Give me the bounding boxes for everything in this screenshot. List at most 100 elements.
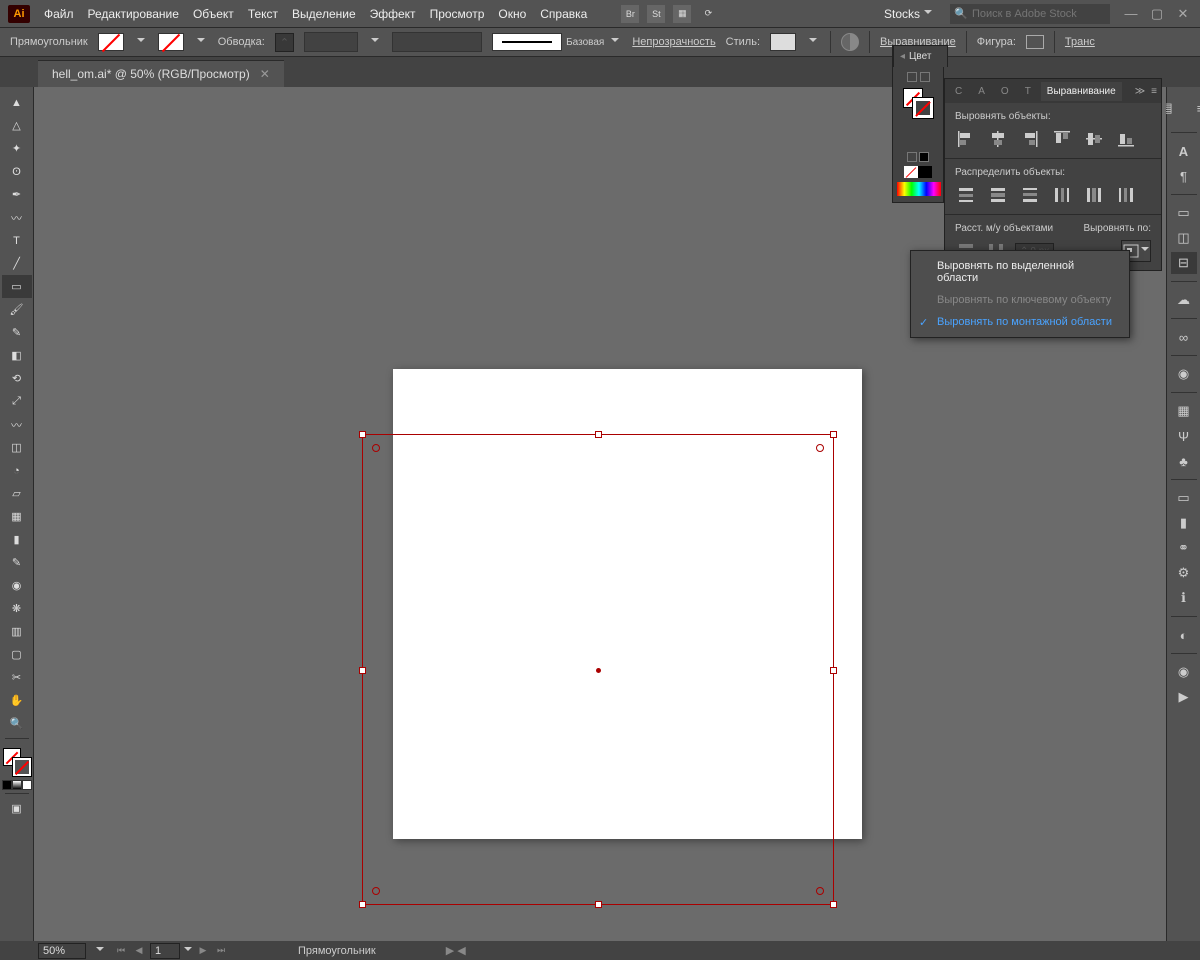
menu-window[interactable]: Окно — [498, 7, 526, 21]
flyout-align-artboard[interactable]: Выровнять по монтажной области — [911, 311, 1129, 333]
free-transform-tool[interactable]: ◫ — [2, 436, 32, 459]
close-tab-icon[interactable]: ✕ — [260, 67, 270, 81]
window-close-icon[interactable]: ✕ — [1170, 4, 1196, 24]
panel-tab[interactable]: О — [995, 82, 1015, 101]
perspective-tool[interactable]: ▱ — [2, 482, 32, 505]
window-minimize-icon[interactable]: — — [1118, 4, 1144, 24]
paragraph-panel-icon[interactable]: ¶ — [1171, 165, 1197, 187]
stroke-dropdown[interactable] — [194, 33, 208, 51]
resize-handle[interactable] — [830, 431, 837, 438]
fill-dropdown[interactable] — [134, 33, 148, 51]
recolor-icon[interactable] — [841, 33, 859, 51]
cp-default-icon[interactable] — [918, 166, 932, 178]
resize-handle[interactable] — [830, 667, 837, 674]
resize-handle[interactable] — [595, 431, 602, 438]
gradient-panel-icon[interactable]: ▮ — [1171, 512, 1197, 534]
cc-panel-icon[interactable]: ∞ — [1171, 326, 1197, 348]
first-artboard-icon[interactable]: ⏮ — [114, 944, 128, 958]
artboard-tool[interactable]: ▢ — [2, 643, 32, 666]
zoom-tool[interactable]: 🔍 — [2, 712, 32, 735]
swatches-panel-icon[interactable]: ▦ — [1171, 400, 1197, 422]
resize-handle[interactable] — [359, 901, 366, 908]
dist-bottom-icon[interactable] — [1019, 184, 1041, 206]
menu-select[interactable]: Выделение — [292, 7, 356, 21]
color-themes-icon[interactable]: ◉ — [1171, 363, 1197, 385]
resize-handle[interactable] — [359, 431, 366, 438]
info-panel-icon[interactable]: ℹ — [1171, 587, 1197, 609]
rectangle-tool[interactable]: ▭ — [2, 275, 32, 298]
style-swatch[interactable] — [770, 33, 796, 51]
panel-menu-icon[interactable]: ≡ — [1151, 86, 1157, 97]
style-dropdown[interactable] — [806, 33, 820, 51]
character-panel-icon[interactable]: A — [1171, 140, 1197, 162]
scale-tool[interactable]: ⤢ — [2, 390, 32, 413]
shape-builder-tool[interactable]: ◔ — [2, 459, 32, 482]
corner-widget[interactable] — [816, 887, 824, 895]
status-nav-icon[interactable]: ▶ ◀ — [446, 944, 466, 957]
color-panel-mini-icon[interactable] — [907, 72, 917, 82]
next-artboard-icon[interactable]: ▶ — [196, 944, 210, 958]
actions-panel-icon[interactable]: ▶ — [1171, 686, 1197, 708]
dist-hcenter-icon[interactable] — [1083, 184, 1105, 206]
document-tab[interactable]: hell_om.ai* @ 50% (RGB/Просмотр) ✕ — [38, 60, 284, 87]
menu-object[interactable]: Объект — [193, 7, 234, 21]
align-bottom-icon[interactable] — [1115, 128, 1137, 150]
arrange-icon[interactable]: ▦ — [673, 5, 691, 23]
libraries-panel-icon[interactable]: ☁ — [1171, 289, 1197, 311]
menu-file[interactable]: Файл — [44, 7, 74, 21]
line-tool[interactable]: ╱ — [2, 252, 32, 275]
align-top-icon[interactable] — [1051, 128, 1073, 150]
resize-handle[interactable] — [830, 901, 837, 908]
menu-edit[interactable]: Редактирование — [88, 7, 179, 21]
brushes-panel-icon[interactable]: Ψ — [1171, 425, 1197, 447]
zoom-input[interactable]: 50% — [38, 943, 86, 959]
brush-input[interactable] — [392, 32, 482, 52]
curvature-tool[interactable]: 〰 — [2, 206, 32, 229]
dist-left-icon[interactable] — [1051, 184, 1073, 206]
menu-view[interactable]: Просмотр — [430, 7, 485, 21]
none-color-icon[interactable] — [22, 780, 32, 790]
stroke-variable-input[interactable] — [304, 32, 358, 52]
gradient-tool[interactable]: ▮ — [2, 528, 32, 551]
pencil-tool[interactable]: ✎ — [2, 321, 32, 344]
links-panel-icon[interactable]: ⚭ — [1171, 537, 1197, 559]
slice-tool[interactable]: ✂ — [2, 666, 32, 689]
hand-tool[interactable]: ✋ — [2, 689, 32, 712]
eraser-tool[interactable]: ◧ — [2, 344, 32, 367]
stocks-button[interactable]: Stocks — [874, 5, 942, 23]
flyout-align-selection[interactable]: Выровнять по выделенной области — [911, 255, 1129, 289]
stock-search-input[interactable] — [950, 4, 1110, 24]
stroke-panel-icon[interactable]: ▭ — [1171, 487, 1197, 509]
corner-widget[interactable] — [816, 444, 824, 452]
panel-tab[interactable]: Т — [1019, 82, 1037, 101]
prev-artboard-icon[interactable]: ◀ — [132, 944, 146, 958]
color-spectrum[interactable] — [897, 182, 941, 196]
selection-bounds[interactable] — [362, 434, 834, 905]
transparency-panel-icon[interactable]: ◐ — [1171, 624, 1197, 646]
paintbrush-tool[interactable]: 🖌 — [2, 298, 32, 321]
eyedropper-tool[interactable]: ✎ — [2, 551, 32, 574]
menu-effect[interactable]: Эффект — [370, 7, 416, 21]
solid-color-icon[interactable] — [2, 780, 12, 790]
gpu-icon[interactable]: ⟳ — [699, 5, 717, 23]
width-tool[interactable]: 〰 — [2, 413, 32, 436]
menu-help[interactable]: Справка — [540, 7, 587, 21]
lasso-tool[interactable]: ʘ — [2, 160, 32, 183]
selection-tool[interactable]: ▲ — [2, 91, 32, 114]
mesh-tool[interactable]: ▦ — [2, 505, 32, 528]
align-hcenter-icon[interactable] — [987, 128, 1009, 150]
align-right-icon[interactable] — [1019, 128, 1041, 150]
symbol-sprayer-tool[interactable]: ❋ — [2, 597, 32, 620]
artboard-number-input[interactable]: 1 — [150, 943, 180, 959]
color-panel-tab[interactable]: ◂ Цвет — [893, 45, 948, 67]
cp-swap-icon[interactable] — [907, 152, 917, 162]
graph-tool[interactable]: ▥ — [2, 620, 32, 643]
shape-props-icon[interactable] — [1026, 35, 1044, 49]
panel-list-icon[interactable]: ≡ — [1188, 97, 1200, 119]
corner-widget[interactable] — [372, 887, 380, 895]
color-panel-swatches[interactable] — [903, 88, 933, 118]
panel-tab-active[interactable]: Выравнивание — [1041, 82, 1122, 101]
align-vcenter-icon[interactable] — [1083, 128, 1105, 150]
cp-black-icon[interactable] — [919, 152, 929, 162]
dist-vcenter-icon[interactable] — [987, 184, 1009, 206]
